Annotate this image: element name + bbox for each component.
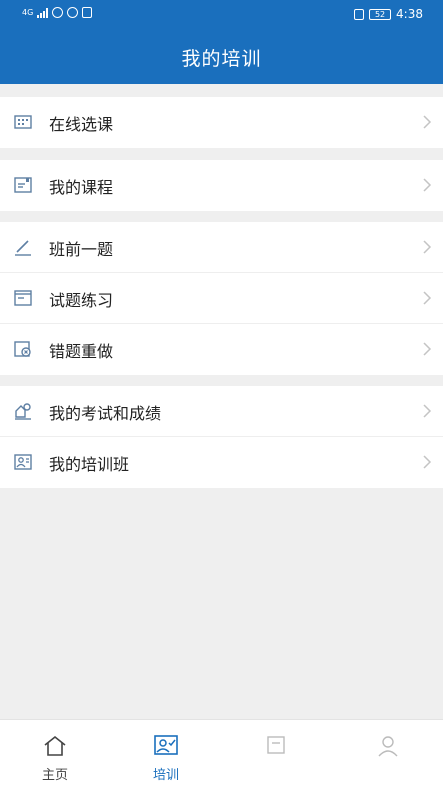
status-left: 4G [22, 7, 93, 18]
app-header: 4G 52 4:38 我的培训 [0, 0, 443, 84]
chevron-right-icon [423, 115, 432, 129]
chevron-right-icon [423, 291, 432, 305]
menu-item-label: 错题重做 [49, 342, 114, 361]
course-grid-icon [14, 115, 32, 129]
status-bar: 4G 52 4:38 [0, 0, 443, 28]
tab-label: 主页 [41, 768, 68, 783]
menu-item-wrong-redo[interactable]: 错题重做 [0, 324, 443, 375]
menu-item-label: 在线选课 [49, 115, 114, 134]
tab-label: 培训 [152, 768, 179, 783]
message-icon [267, 736, 285, 754]
menu-item-label: 我的课程 [49, 178, 114, 197]
status-right: 52 4:38 [354, 7, 423, 21]
tab-message[interactable] [222, 720, 332, 793]
vibrate-icon [354, 8, 365, 20]
tab-training[interactable]: 培训 [111, 720, 221, 793]
profile-icon [378, 736, 398, 757]
chevron-right-icon [423, 455, 432, 469]
bottom-tab-bar: 主页 培训 [0, 719, 443, 793]
wifi-icon [52, 7, 64, 18]
clock: 4:38 [396, 7, 423, 21]
exam-score-icon [15, 403, 31, 420]
menu-item-my-course[interactable]: 我的课程 [0, 160, 443, 211]
battery-level: 52 [374, 9, 386, 19]
menu-item-label: 我的培训班 [49, 455, 130, 474]
chevron-right-icon [423, 342, 432, 356]
menu-item-exercise[interactable]: 试题练习 [0, 273, 443, 324]
menu-item-pre-class-question[interactable]: 班前一题 [0, 222, 443, 273]
page-title: 我的培训 [181, 48, 262, 70]
tab-home[interactable]: 主页 [0, 720, 110, 793]
chevron-right-icon [423, 404, 432, 418]
tab-profile[interactable] [333, 720, 443, 793]
menu-item-training-class[interactable]: 我的培训班 [0, 437, 443, 488]
menu-item-label: 试题练习 [49, 291, 114, 310]
nfc-icon [82, 7, 93, 18]
signal-icon [37, 7, 49, 18]
pencil-icon [15, 240, 31, 256]
exercise-icon [14, 290, 32, 306]
menu-group-exam: 我的考试和成绩 我的培训班 [0, 386, 443, 488]
eye-icon [67, 7, 79, 18]
menu-item-label: 班前一题 [49, 240, 114, 259]
menu-item-label: 我的考试和成绩 [49, 404, 162, 423]
menu-item-exam-score[interactable]: 我的考试和成绩 [0, 386, 443, 437]
battery-icon: 52 [369, 8, 392, 20]
chevron-right-icon [423, 240, 432, 254]
network-type-label: 4G [22, 8, 34, 17]
menu-group-my-course: 我的课程 [0, 160, 443, 211]
home-icon [44, 735, 66, 756]
menu-group-practice: 班前一题 试题练习 错题重做 [0, 222, 443, 375]
menu-item-online-course-select[interactable]: 在线选课 [0, 97, 443, 148]
my-course-icon [14, 177, 32, 193]
wrong-redo-icon [14, 341, 31, 357]
training-class-icon [14, 454, 32, 470]
training-icon [154, 735, 178, 755]
menu-group-course-select: 在线选课 [0, 97, 443, 148]
chevron-right-icon [423, 178, 432, 192]
